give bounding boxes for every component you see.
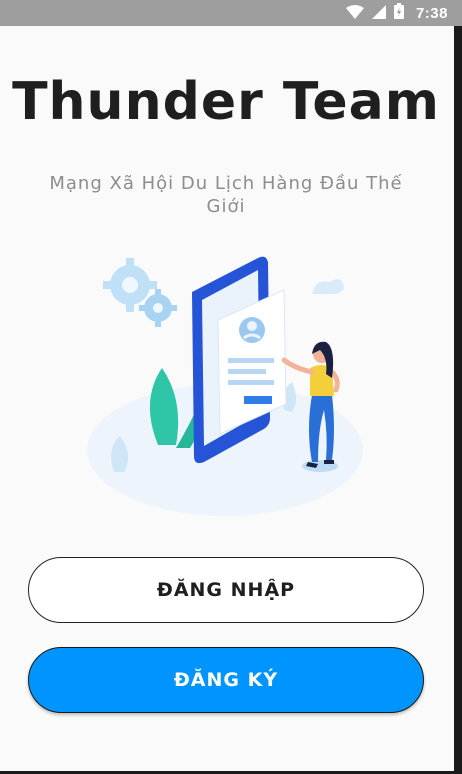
wifi-icon xyxy=(345,4,364,23)
app-title: Thunder Team xyxy=(12,72,440,132)
app-screen: 7:38 Thunder Team Mạng Xã Hội Du Lịch Hà… xyxy=(0,0,462,774)
device-frame-edge xyxy=(454,26,462,774)
signal-icon xyxy=(371,4,386,23)
status-time: 7:38 xyxy=(415,4,448,22)
status-bar: 7:38 xyxy=(0,0,462,26)
app-subtitle: Mạng Xã Hội Du Lịch Hàng Đầu Thế Giới xyxy=(49,173,403,217)
battery-charging-icon xyxy=(393,3,404,23)
hero-illustration xyxy=(80,250,380,520)
login-button[interactable]: ĐĂNG NHẬP xyxy=(28,557,424,623)
register-button[interactable]: ĐĂNG KÝ xyxy=(28,647,424,713)
